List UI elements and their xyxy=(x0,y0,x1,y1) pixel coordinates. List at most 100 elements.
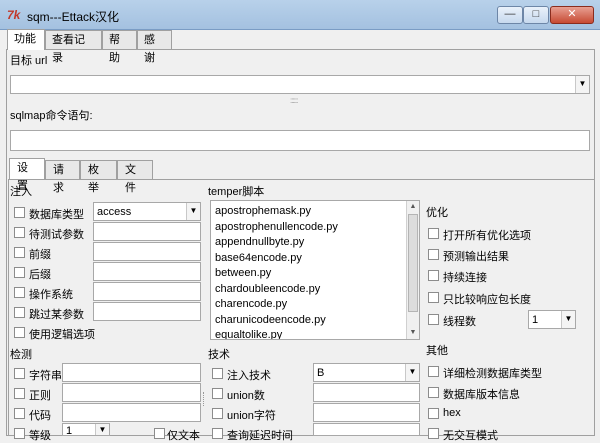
logic-option-label: 使用逻辑选项 xyxy=(29,329,95,341)
list-item[interactable]: between.py xyxy=(215,267,271,279)
batch-mode-checkbox[interactable] xyxy=(428,428,439,439)
technique-label: 注入技术 xyxy=(227,370,271,382)
batch-mode-label: 无交互模式 xyxy=(443,430,498,442)
target-url-label: 目标 url xyxy=(10,55,48,67)
test-param-input[interactable] xyxy=(93,222,201,241)
list-item[interactable]: chardoubleencode.py xyxy=(215,283,320,295)
technique-group-title: 技术 xyxy=(208,349,230,361)
technique-select[interactable]: B ▼ xyxy=(313,363,420,382)
prefix-checkbox[interactable] xyxy=(14,247,25,258)
tab-functions[interactable]: 功能 xyxy=(7,29,45,50)
scroll-up-icon[interactable]: ▲ xyxy=(407,201,419,213)
chevron-down-icon[interactable]: ▼ xyxy=(575,76,589,93)
union-char-input[interactable] xyxy=(313,403,420,422)
suffix-label: 后缀 xyxy=(29,269,51,281)
fingerprint-checkbox[interactable] xyxy=(428,366,439,377)
technique-value: B xyxy=(317,367,325,379)
skip-param-checkbox[interactable] xyxy=(14,307,25,318)
db-type-select[interactable]: access ▼ xyxy=(93,202,201,221)
list-item[interactable]: charunicodeencode.py xyxy=(215,314,326,326)
regex-label: 正则 xyxy=(29,390,51,402)
level-value: 1 xyxy=(66,425,73,436)
union-char-checkbox[interactable] xyxy=(212,408,223,419)
db-type-checkbox[interactable] xyxy=(14,207,25,218)
level-checkbox[interactable] xyxy=(14,428,25,439)
window-title: sqm---Ettack汉化 xyxy=(27,10,120,24)
target-url-input[interactable]: ▼ xyxy=(10,75,590,94)
list-item[interactable]: appendnullbyte.py xyxy=(215,236,304,248)
chevron-down-icon[interactable]: ▼ xyxy=(95,424,109,435)
tab-settings[interactable]: 设置 xyxy=(9,158,45,192)
threads-checkbox[interactable] xyxy=(428,314,439,325)
list-item[interactable]: charencode.py xyxy=(215,298,287,310)
union-cols-checkbox[interactable] xyxy=(212,388,223,399)
string-label: 字符串 xyxy=(29,370,62,382)
chevron-down-icon[interactable]: ▼ xyxy=(186,203,200,220)
threads-select[interactable]: 1 ▼ xyxy=(528,310,576,329)
level-label: 等级 xyxy=(29,430,51,442)
maximize-button[interactable]: □ xyxy=(523,6,549,24)
sqlmap-command-label: sqlmap命令语句: xyxy=(10,110,93,122)
os-label: 操作系统 xyxy=(29,289,73,301)
keep-alive-checkbox[interactable] xyxy=(428,270,439,281)
logic-option-checkbox[interactable] xyxy=(14,327,25,338)
list-item[interactable]: apostrophemask.py xyxy=(215,205,311,217)
db-banner-checkbox[interactable] xyxy=(428,387,439,398)
tab-help[interactable]: 帮助 xyxy=(102,30,137,64)
technique-checkbox[interactable] xyxy=(212,368,223,379)
level-select[interactable]: 1 ▼ xyxy=(62,423,110,436)
test-param-checkbox[interactable] xyxy=(14,227,25,238)
list-item[interactable]: base64encode.py xyxy=(215,252,302,264)
splitter-handle[interactable]: :::::: xyxy=(290,96,298,105)
suffix-input[interactable] xyxy=(93,262,201,281)
os-input[interactable] xyxy=(93,282,201,301)
close-button[interactable]: ✕ xyxy=(550,6,594,24)
db-type-label: 数据库类型 xyxy=(29,209,84,221)
tab-request[interactable]: 请求 xyxy=(45,160,80,194)
keep-alive-label: 持续连接 xyxy=(443,272,487,284)
threads-value: 1 xyxy=(532,314,539,326)
string-input[interactable] xyxy=(62,363,201,382)
prefix-input[interactable] xyxy=(93,242,201,261)
os-checkbox[interactable] xyxy=(14,287,25,298)
tab-view-history[interactable]: 查看记录 xyxy=(45,30,102,64)
tamper-script-list[interactable]: apostrophemask.py apostrophenullencode.p… xyxy=(210,200,420,340)
all-optimizations-label: 打开所有优化选项 xyxy=(443,230,531,242)
sqlmap-command-input[interactable] xyxy=(10,130,590,151)
list-item[interactable]: equaltolike.py xyxy=(215,329,282,339)
code-input[interactable] xyxy=(62,403,201,422)
tab-file[interactable]: 文件 xyxy=(117,160,153,194)
fingerprint-label: 详细检测数据库类型 xyxy=(443,368,542,380)
detect-group-title: 检测 xyxy=(10,349,32,361)
list-item[interactable]: apostrophenullencode.py xyxy=(215,221,338,233)
predict-output-checkbox[interactable] xyxy=(428,249,439,260)
tab-enumerate[interactable]: 枚举 xyxy=(80,160,117,194)
suffix-checkbox[interactable] xyxy=(14,267,25,278)
scroll-thumb[interactable] xyxy=(408,214,418,312)
scroll-down-icon[interactable]: ▼ xyxy=(407,327,419,339)
vertical-splitter[interactable] xyxy=(203,392,207,406)
chevron-down-icon[interactable]: ▼ xyxy=(405,364,419,381)
null-connection-checkbox[interactable] xyxy=(428,292,439,303)
prefix-label: 前缀 xyxy=(29,249,51,261)
optimize-group-title: 优化 xyxy=(426,207,448,219)
string-checkbox[interactable] xyxy=(14,368,25,379)
regex-checkbox[interactable] xyxy=(14,388,25,399)
tamper-scrollbar[interactable]: ▲ ▼ xyxy=(406,201,419,339)
hex-label: hex xyxy=(443,407,461,419)
union-cols-label: union数 xyxy=(227,390,265,402)
chevron-down-icon[interactable]: ▼ xyxy=(561,311,575,328)
code-checkbox[interactable] xyxy=(14,408,25,419)
regex-input[interactable] xyxy=(62,383,201,402)
app-icon: 7k xyxy=(7,8,21,22)
time-delay-checkbox[interactable] xyxy=(212,428,223,439)
title-bar: 7k sqm---Ettack汉化 — □ ✕ xyxy=(0,0,600,30)
minimize-button[interactable]: — xyxy=(497,6,523,24)
time-delay-input[interactable] xyxy=(313,423,420,436)
union-cols-input[interactable] xyxy=(313,383,420,402)
all-optimizations-checkbox[interactable] xyxy=(428,228,439,239)
skip-param-input[interactable] xyxy=(93,302,201,321)
hex-checkbox[interactable] xyxy=(428,408,439,419)
tab-thanks[interactable]: 感谢 xyxy=(137,30,172,64)
text-only-checkbox[interactable] xyxy=(154,428,165,439)
